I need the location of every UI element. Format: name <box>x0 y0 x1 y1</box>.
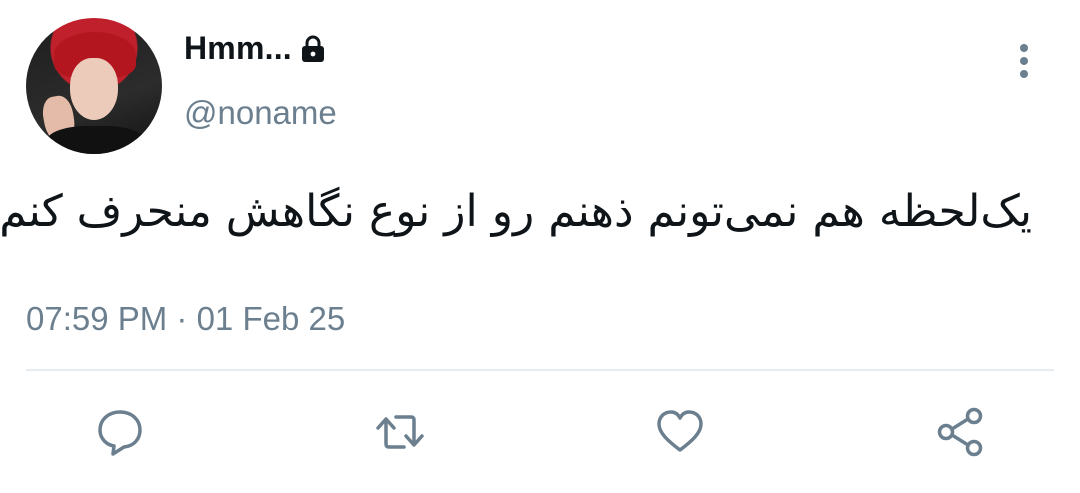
tweet-text: یک‌لحظه هم نمی‌تونم ذهنم رو از نوع نگاهش… <box>0 186 1032 237</box>
divider <box>26 369 1054 371</box>
more-vertical-icon[interactable] <box>1012 44 1036 80</box>
like-button[interactable] <box>652 404 708 460</box>
reply-icon <box>98 410 142 456</box>
retweet-icon <box>376 415 424 449</box>
share-icon <box>937 407 983 457</box>
lock-icon <box>300 35 326 63</box>
heart-icon <box>657 410 703 452</box>
user-handle[interactable]: @noname <box>184 94 337 132</box>
retweet-button[interactable] <box>372 404 428 460</box>
avatar-face <box>70 58 118 120</box>
avatar-shirt <box>46 126 146 154</box>
tweet-timestamp[interactable]: 07:59 PM · 01 Feb 25 <box>26 300 345 338</box>
display-name[interactable]: Hmm... <box>184 30 292 67</box>
avatar[interactable] <box>26 18 162 154</box>
reply-button[interactable] <box>92 404 148 460</box>
share-button[interactable] <box>932 404 988 460</box>
name-row: Hmm... <box>184 30 326 67</box>
